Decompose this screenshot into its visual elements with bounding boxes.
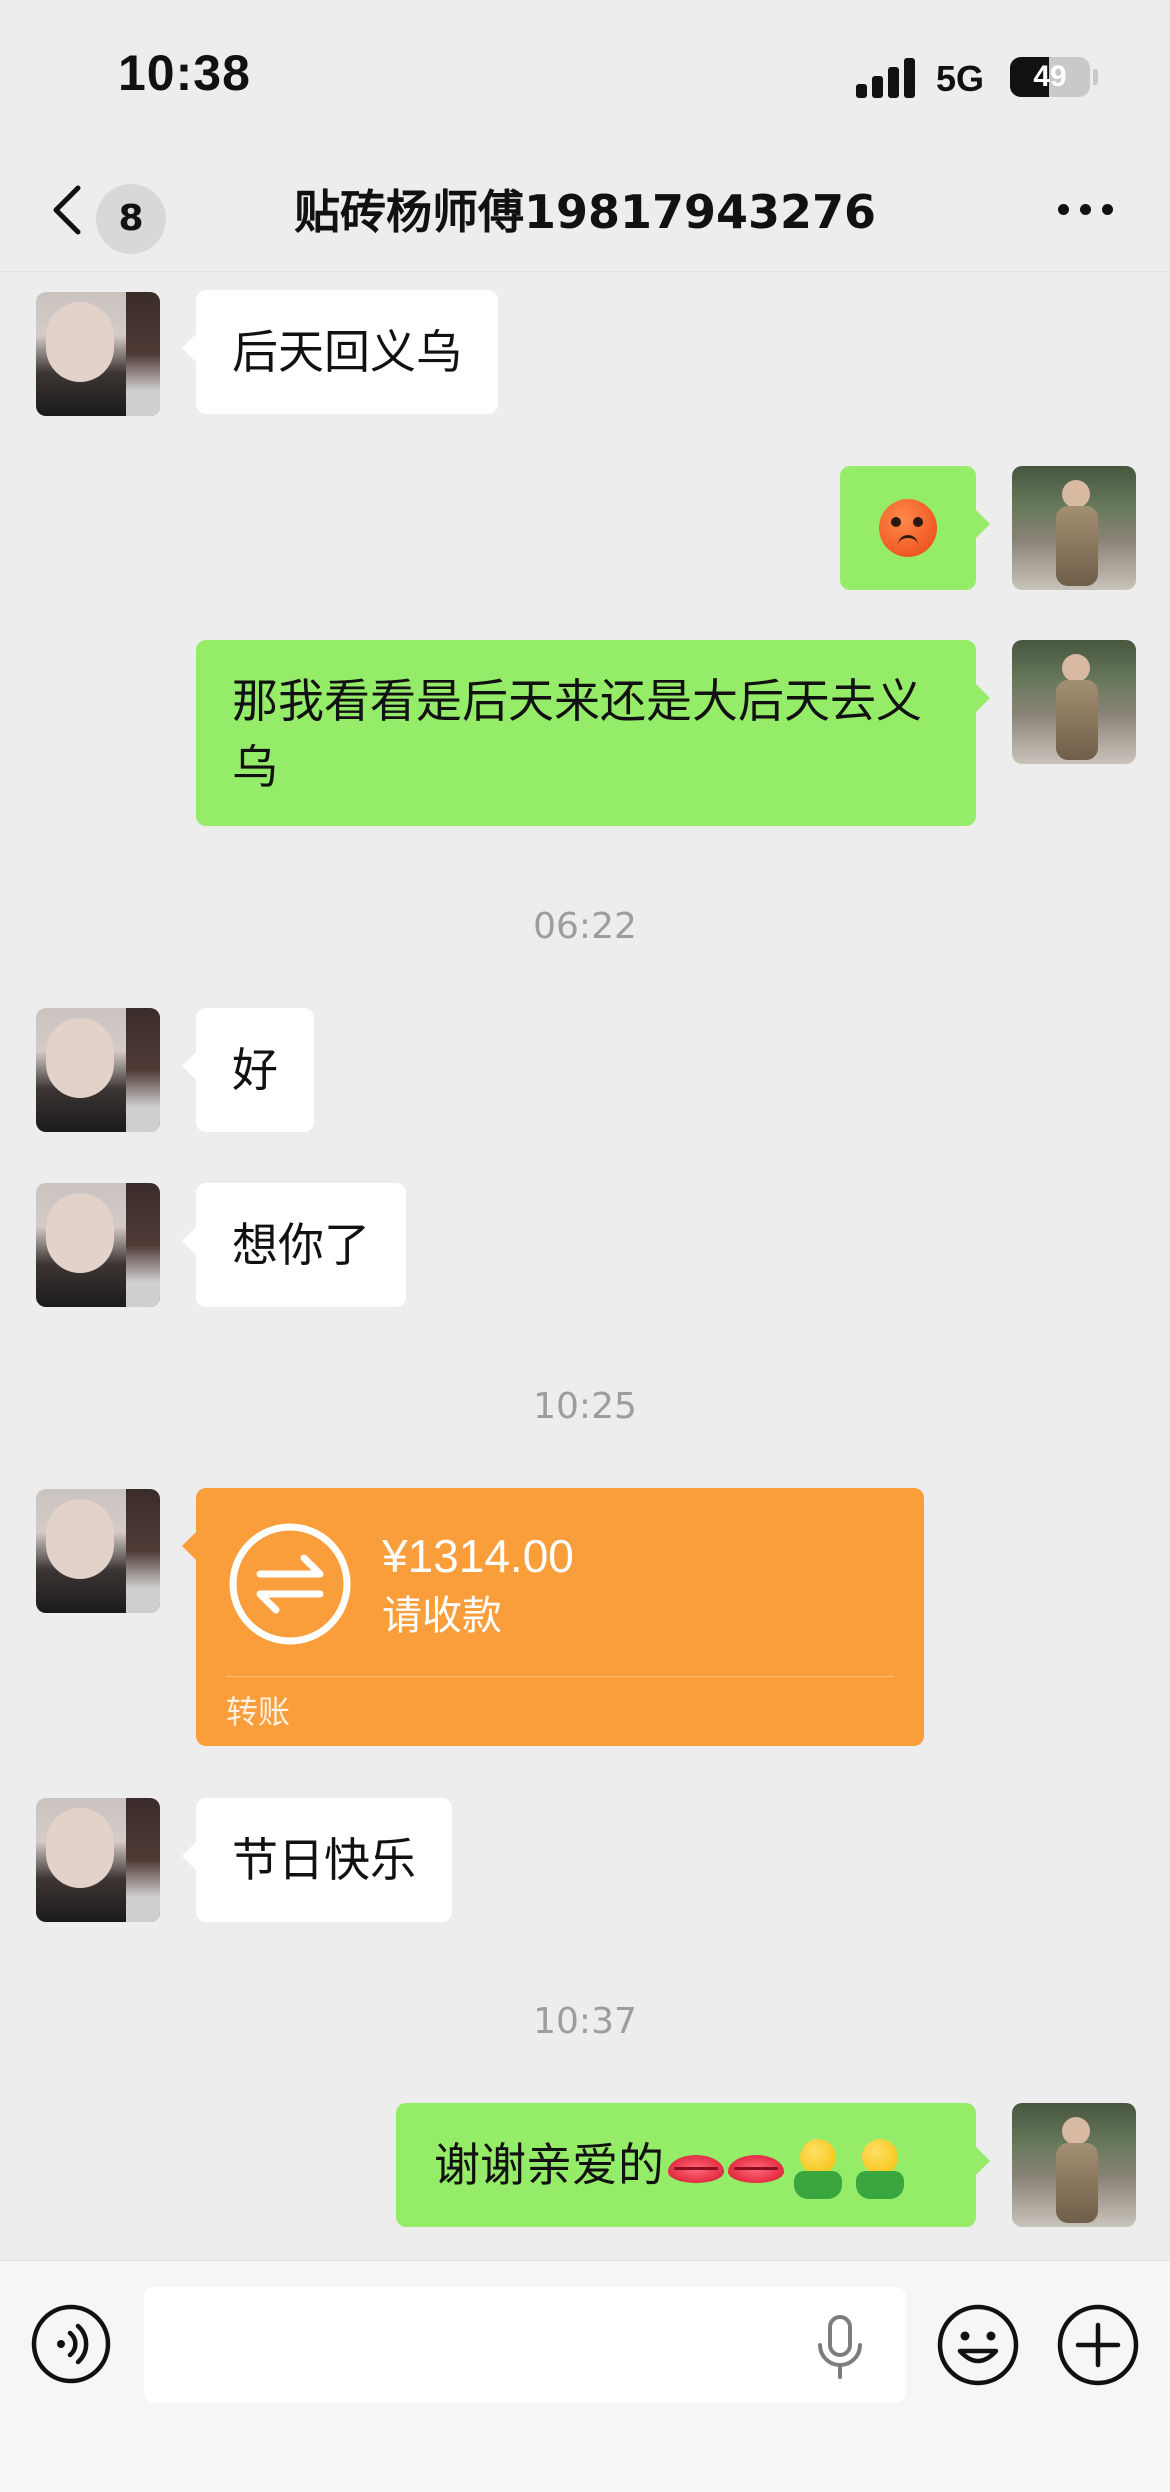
battery-percentage: 49 <box>1033 60 1067 93</box>
message-bubble-incoming[interactable]: 好 <box>182 1008 314 1132</box>
status-time: 10:38 <box>118 45 251 101</box>
battery-icon: 49 <box>1010 57 1090 97</box>
timestamp: 06:22 <box>533 906 637 947</box>
more-icon[interactable] <box>1056 204 1116 224</box>
signal-icon <box>856 58 916 98</box>
my-avatar[interactable] <box>1012 466 1136 590</box>
timestamp: 10:37 <box>533 2001 637 2042</box>
battery-tip <box>1093 69 1098 85</box>
transfer-label: 转账 <box>226 1693 291 1731</box>
transfer-status: 请收款 <box>382 1593 502 1639</box>
my-avatar[interactable] <box>1012 2103 1136 2227</box>
message-text: 谢谢亲爱的 <box>434 2138 664 2192</box>
message-bubble-outgoing[interactable]: 那我看看是后天来还是大后天去义乌 <box>196 640 990 826</box>
chevron-left-icon[interactable] <box>46 180 96 240</box>
message-bubble-incoming[interactable]: 节日快乐 <box>182 1798 452 1922</box>
lips-emoji <box>728 2154 784 2183</box>
friend-avatar[interactable] <box>36 1489 160 1613</box>
network-type: 5G <box>936 58 985 99</box>
hug-emoji <box>790 2138 846 2199</box>
voice-icon[interactable] <box>30 2303 112 2385</box>
mic-icon[interactable] <box>812 2313 868 2383</box>
input-bar <box>0 2260 1170 2492</box>
message-bubble-incoming[interactable]: 想你了 <box>182 1183 406 1307</box>
transfer-arrows-icon <box>229 1523 351 1645</box>
transfer-amount: ¥1314.00 <box>382 1530 574 1582</box>
message-input[interactable] <box>144 2287 906 2403</box>
friend-avatar[interactable] <box>36 1798 160 1922</box>
friend-avatar[interactable] <box>36 1183 160 1307</box>
friend-avatar[interactable] <box>36 1008 160 1132</box>
hot-face-emoji <box>879 499 937 557</box>
message-bubble-outgoing[interactable]: 谢谢亲爱的 <box>396 2103 990 2227</box>
timestamp: 10:25 <box>533 1386 637 1427</box>
unread-count-badge[interactable]: 8 <box>96 184 166 254</box>
lips-emoji <box>668 2154 724 2183</box>
hug-emoji <box>852 2138 908 2199</box>
message-bubble-outgoing[interactable] <box>840 466 990 590</box>
chat-header: 8 贴砖杨师傅19817943276 <box>0 150 1170 272</box>
message-bubble-incoming[interactable]: 后天回义乌 <box>182 290 498 414</box>
status-bar: 10:38 5G 49 <box>0 0 1170 150</box>
my-avatar[interactable] <box>1012 640 1136 764</box>
plus-icon[interactable] <box>1056 2303 1140 2387</box>
friend-avatar[interactable] <box>36 292 160 416</box>
chat-title: 贴砖杨师傅19817943276 <box>293 185 877 239</box>
transfer-card[interactable]: ¥1314.00 请收款 转账 <box>182 1488 924 1746</box>
transfer-divider <box>226 1676 894 1677</box>
emoji-icon[interactable] <box>936 2303 1020 2387</box>
